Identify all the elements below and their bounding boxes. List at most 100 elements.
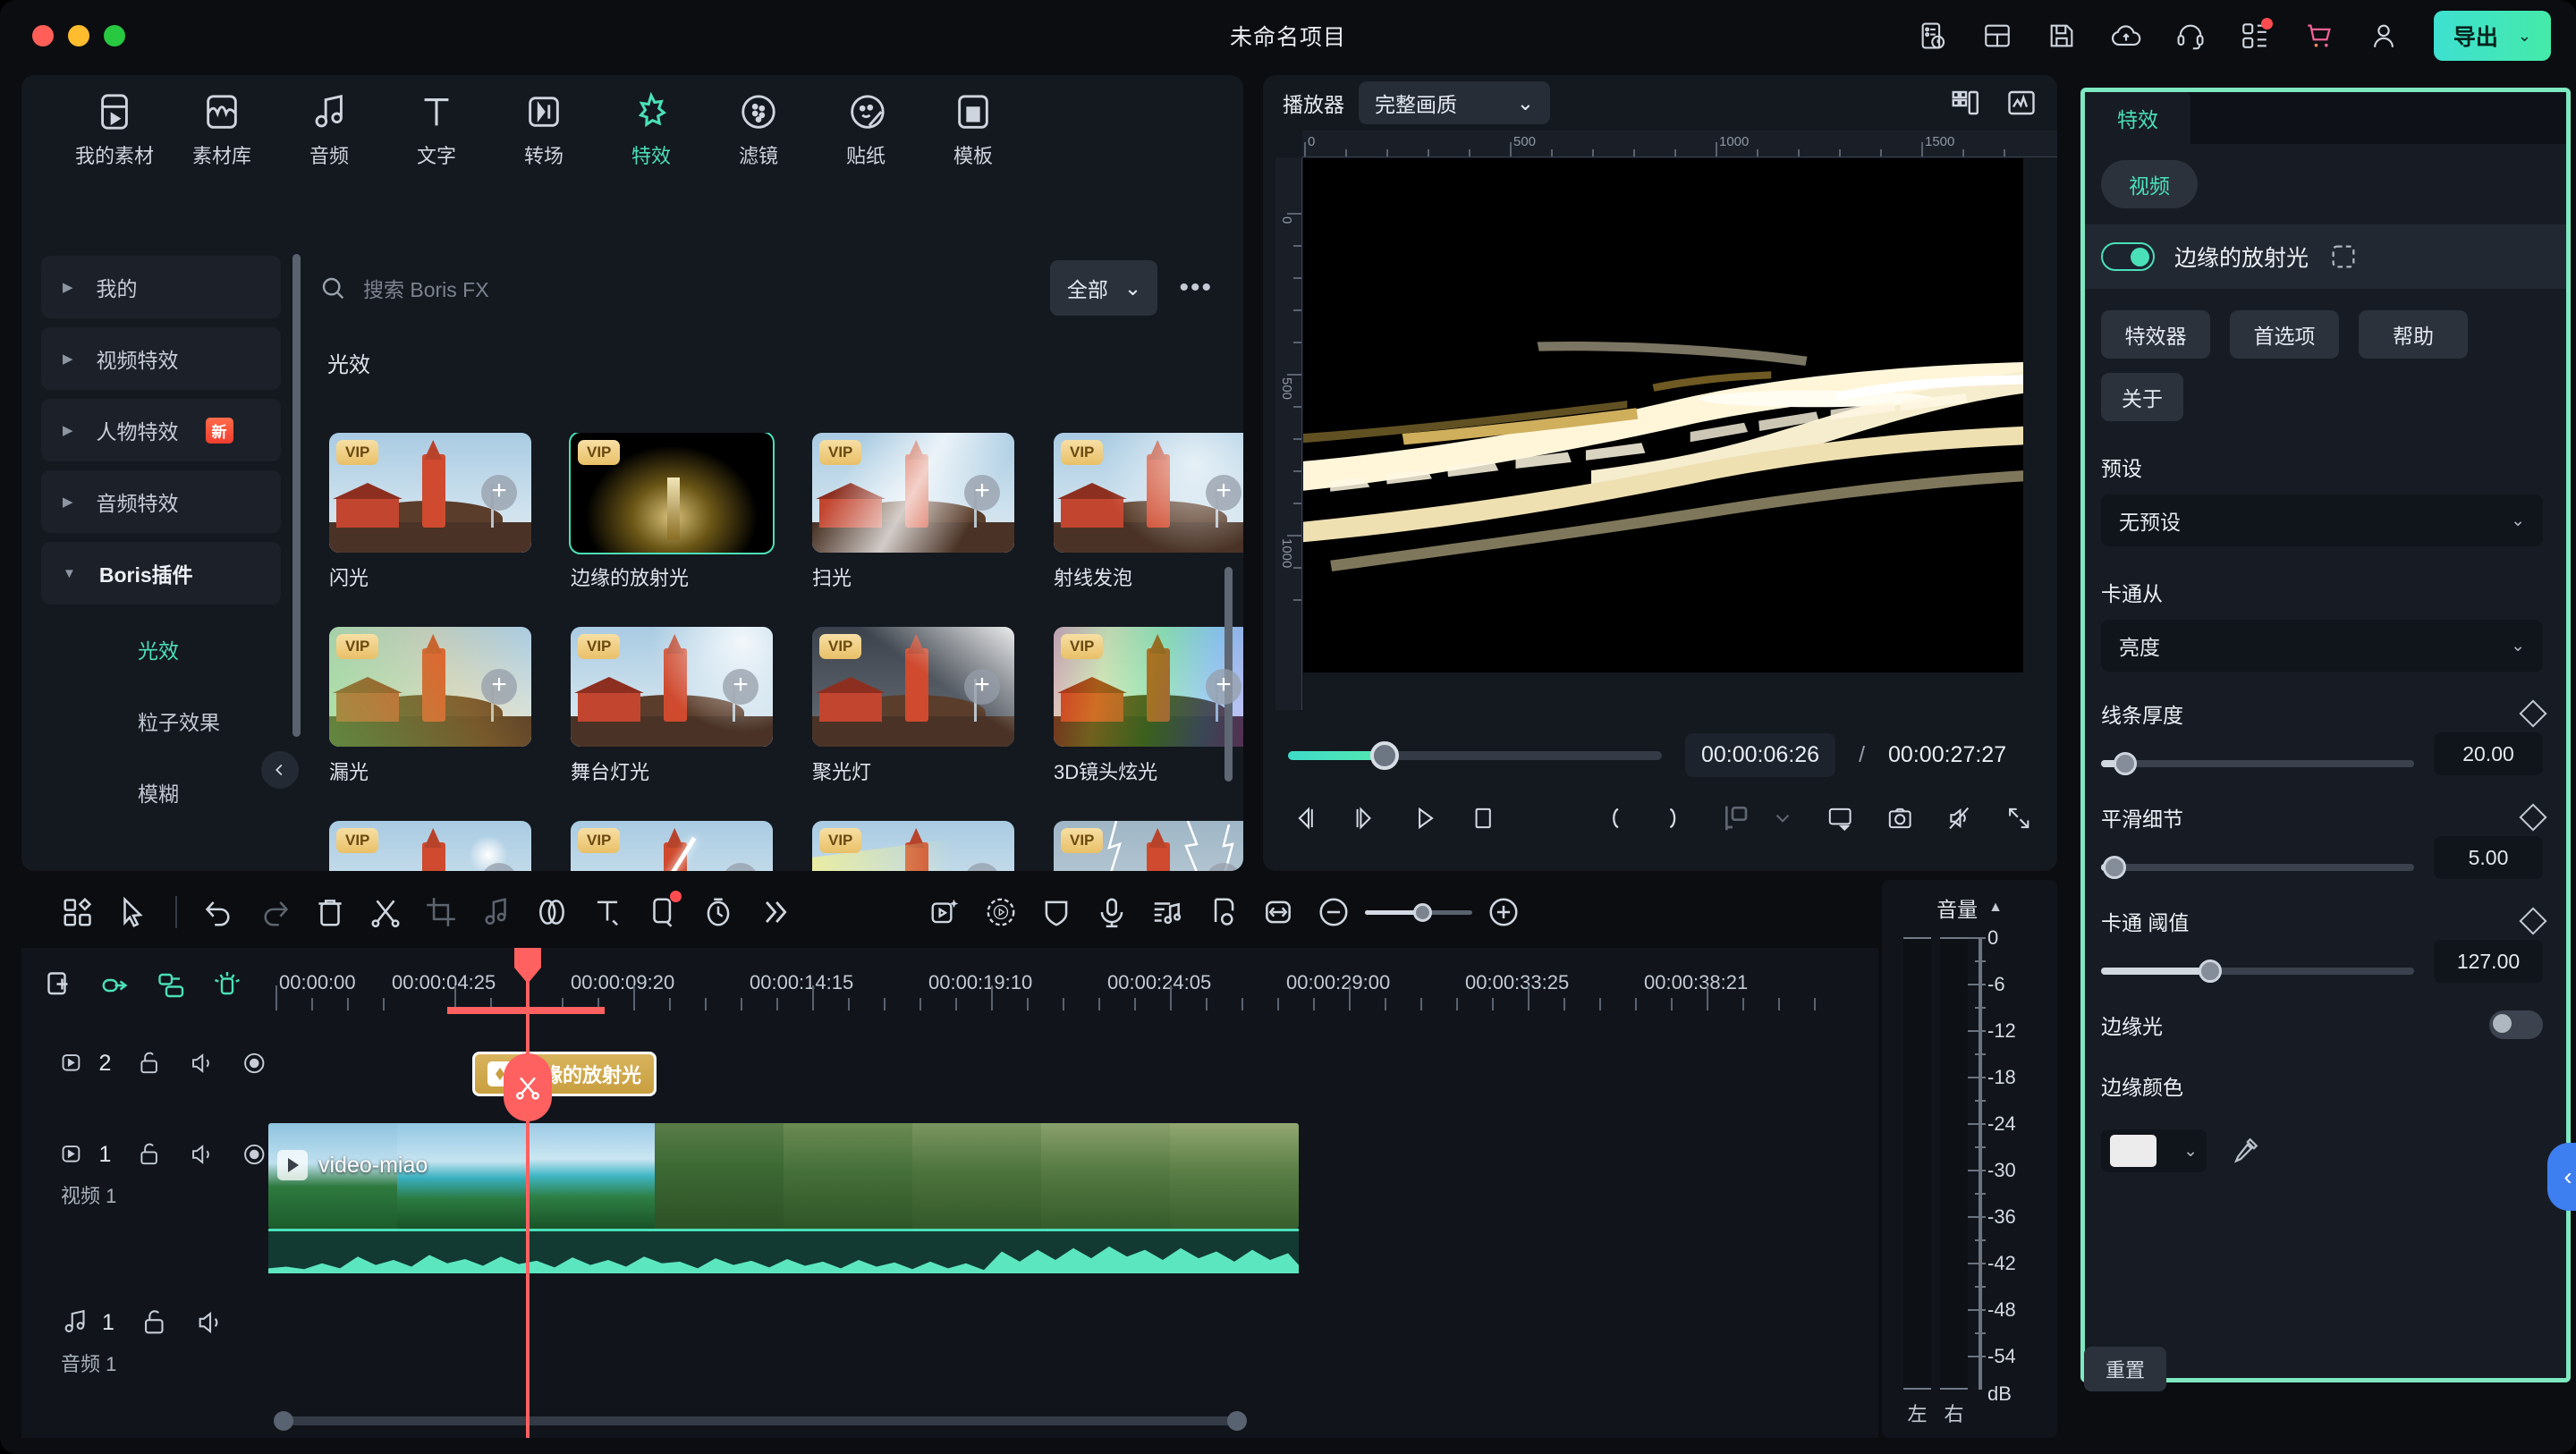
video-clip[interactable]: video-miao	[268, 1123, 1299, 1229]
chevron-right-icon[interactable]: ▶	[63, 422, 73, 438]
playhead[interactable]	[526, 948, 530, 1438]
chevron-down-icon[interactable]: ▼	[63, 566, 76, 581]
effect-thumbnail[interactable]: VIP +	[1054, 627, 1243, 747]
keyframe-icon[interactable]	[1719, 800, 1755, 836]
eye-icon[interactable]	[241, 1139, 268, 1170]
effect-thumbnail[interactable]: VIP +	[571, 627, 773, 747]
collapse-sidebar-button[interactable]	[261, 751, 299, 789]
tab-filter[interactable]: 滤镜	[705, 91, 812, 169]
chevron-up-icon[interactable]: ▲	[1988, 900, 2003, 916]
effect-card[interactable]: VIP + 聚光灯	[812, 627, 1014, 785]
chevron-down-icon[interactable]	[1771, 807, 1794, 830]
sticker-tool-icon[interactable]	[635, 887, 691, 937]
tab-sticker[interactable]: 贴纸	[812, 91, 919, 169]
param-slider[interactable]	[2101, 760, 2414, 767]
color-swatch[interactable]	[2110, 1135, 2157, 1167]
voiceover-icon[interactable]	[1084, 887, 1140, 937]
add-effect-icon[interactable]: +	[481, 669, 517, 705]
marker-icon[interactable]	[1195, 887, 1250, 937]
effect-card[interactable]: VIP + 反射聚光灯	[329, 821, 531, 871]
collapse-properties-button[interactable]: ‹	[2547, 1143, 2576, 1211]
add-effect-icon[interactable]: +	[481, 475, 517, 511]
chevron-down-icon[interactable]: ⌄	[2183, 1141, 2198, 1162]
layout-icon[interactable]	[1978, 16, 2017, 55]
chevron-down-icon[interactable]: ⌄	[1517, 91, 1534, 115]
fullscreen-icon[interactable]	[2005, 800, 2032, 836]
speed-icon[interactable]	[691, 887, 746, 937]
about-button[interactable]: 关于	[2101, 373, 2183, 421]
effect-thumbnail[interactable]: VIP +	[571, 821, 773, 871]
param-slider[interactable]	[2101, 864, 2414, 871]
add-effect-icon[interactable]: +	[964, 669, 1000, 705]
effect-thumbnail[interactable]: VIP +	[329, 821, 531, 871]
effect-thumbnail[interactable]: VIP +	[329, 433, 531, 553]
prev-frame-icon[interactable]	[1292, 800, 1318, 836]
effect-thumbnail[interactable]: VIP +	[1054, 821, 1243, 871]
category-boris-plugin[interactable]: ▼ Boris插件	[41, 542, 281, 604]
effect-editor-button[interactable]: 特效器	[2101, 310, 2210, 359]
cloud-upload-icon[interactable]	[2106, 16, 2146, 55]
account-icon[interactable]	[2364, 16, 2403, 55]
save-icon[interactable]	[2042, 16, 2081, 55]
current-time[interactable]: 00:00:06:26	[1685, 733, 1835, 777]
effect-thumbnail[interactable]: VIP +	[812, 821, 1014, 871]
chevron-down-icon[interactable]: ⌄	[1124, 276, 1141, 300]
add-track-icon[interactable]	[45, 969, 77, 1002]
split-icon[interactable]	[358, 887, 413, 937]
tab-text[interactable]: 文字	[383, 91, 490, 169]
magnet-icon[interactable]	[211, 969, 243, 1002]
ai-video-icon[interactable]	[918, 887, 973, 937]
speaker-icon[interactable]	[195, 1307, 225, 1338]
effect-thumbnail[interactable]: VIP	[571, 433, 773, 553]
more-options-button[interactable]: •••	[1179, 273, 1213, 303]
mark-in-icon[interactable]	[1601, 800, 1628, 836]
eye-icon[interactable]	[241, 1048, 268, 1078]
effect-card[interactable]: VIP + 光楔	[812, 821, 1014, 871]
chevron-right-icon[interactable]: ▶	[63, 279, 73, 295]
keyframe-diamond-icon[interactable]	[2519, 699, 2546, 727]
zoom-in-icon[interactable]	[1476, 887, 1531, 937]
subcategory-particle-effects[interactable]: 粒子效果	[41, 685, 308, 757]
keyframe-diamond-icon[interactable]	[2519, 803, 2546, 831]
fit-icon[interactable]	[1250, 887, 1306, 937]
zoom-out-icon[interactable]	[1306, 887, 1361, 937]
param-value[interactable]: 127.00	[2434, 940, 2543, 983]
cartoon-from-dropdown[interactable]: 亮度 ⌄	[2101, 620, 2543, 672]
effect-card[interactable]: VIP + 3D镜头炫光	[1054, 627, 1243, 785]
chevron-right-icon[interactable]: ▶	[63, 351, 73, 367]
help-button[interactable]: 帮助	[2359, 310, 2468, 359]
category-scrollbar[interactable]	[292, 254, 301, 737]
param-value[interactable]: 20.00	[2434, 732, 2543, 775]
tab-template[interactable]: 模板	[919, 91, 1027, 169]
reset-button[interactable]: 重置	[2084, 1347, 2166, 1391]
crop-icon[interactable]	[413, 887, 469, 937]
record-screen-icon[interactable]	[973, 887, 1029, 937]
speaker-icon[interactable]	[189, 1048, 216, 1078]
eyedropper-icon[interactable]	[2230, 1136, 2260, 1166]
tab-my-media[interactable]: 我的素材	[61, 91, 168, 169]
scope-icon[interactable]	[2005, 87, 2038, 119]
select-tool-icon[interactable]	[106, 887, 161, 937]
text-tool-icon[interactable]	[580, 887, 635, 937]
effect-thumbnail[interactable]: VIP +	[329, 627, 531, 747]
effect-thumbnail[interactable]: VIP +	[812, 433, 1014, 553]
category-people-effects[interactable]: ▶ 人物特效 新	[41, 399, 281, 461]
seek-slider[interactable]	[1288, 751, 1662, 760]
video-category-pill[interactable]: 视频	[2101, 160, 2198, 208]
scroll-handle-left[interactable]	[274, 1411, 293, 1431]
search-icon[interactable]	[318, 274, 347, 302]
effect-thumbnail[interactable]: VIP +	[812, 627, 1014, 747]
link-icon[interactable]	[100, 969, 132, 1002]
grid-view-icon[interactable]	[50, 887, 106, 937]
color-icon[interactable]	[524, 887, 580, 937]
edge-color-dropdown[interactable]: ⌄	[2101, 1129, 2207, 1172]
mask-icon[interactable]	[1029, 887, 1084, 937]
tab-audio[interactable]: 音频	[275, 91, 383, 169]
effect-card[interactable]: VIP + 舞台灯光	[571, 627, 773, 785]
preferences-button[interactable]: 首选项	[2230, 310, 2339, 359]
headset-support-icon[interactable]	[2171, 16, 2210, 55]
param-slider[interactable]	[2101, 968, 2414, 975]
add-effect-icon[interactable]: +	[964, 475, 1000, 511]
chevron-down-icon[interactable]: ⌄	[2511, 511, 2525, 531]
effect-card[interactable]: VIP + 射线发泡	[1054, 433, 1243, 591]
